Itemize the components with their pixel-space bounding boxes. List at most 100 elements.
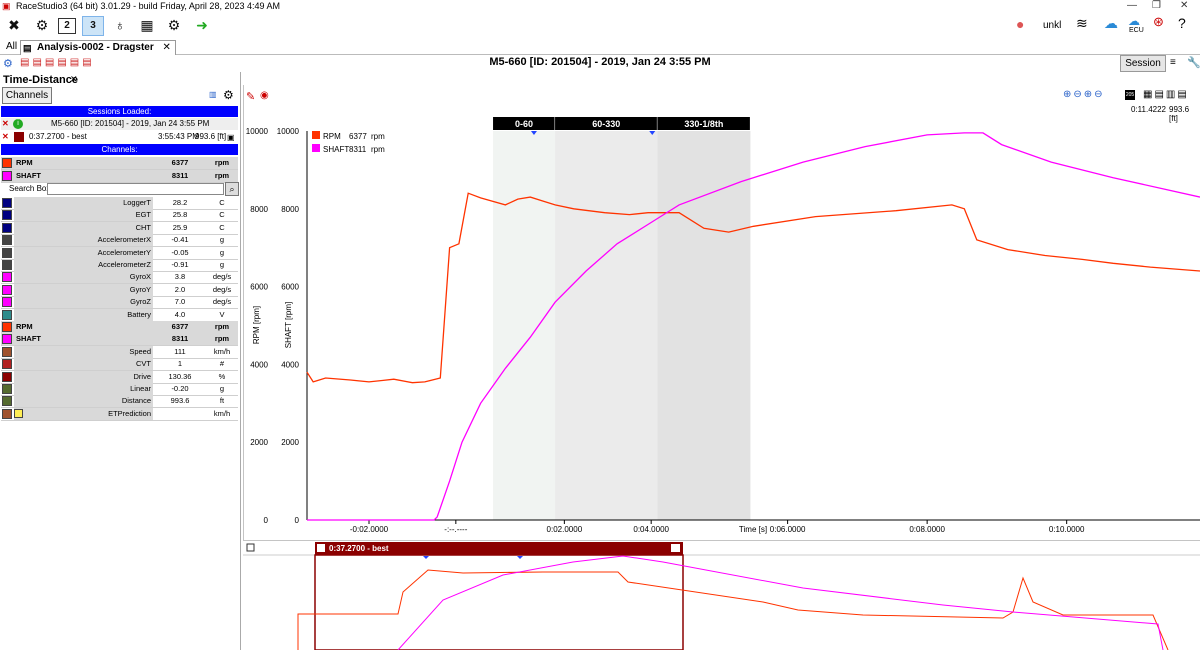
tab-all[interactable]: All: [2, 40, 22, 54]
channel-color-swatch[interactable]: [2, 408, 12, 419]
channel-color-swatch[interactable]: [2, 247, 12, 258]
channel-row[interactable]: AccelerometerY -0.05 g: [1, 246, 238, 260]
overview-chart[interactable]: 0:37.2700 - best: [243, 540, 1200, 650]
tab-close-icon[interactable]: ✕: [163, 42, 171, 53]
help-icon[interactable]: ?: [1178, 15, 1186, 31]
channel-row[interactable]: GyroY 2.0 deg/s: [1, 283, 238, 297]
track-icon[interactable]: ♁: [110, 16, 130, 34]
channel-row[interactable]: SHAFT 8311 rpm: [1, 169, 238, 183]
menu-icon[interactable]: ≡: [1170, 57, 1176, 68]
channel-color-swatch[interactable]: [2, 334, 12, 345]
wrench-icon[interactable]: 🔧: [1187, 56, 1200, 69]
legend-name: RPM: [323, 132, 341, 141]
channel-color-swatch[interactable]: [2, 210, 12, 221]
cloud-icon[interactable]: ☁: [1104, 15, 1118, 32]
channel-unit: V: [219, 309, 225, 319]
session-row[interactable]: ✕ i M5-660 [ID: 201504] - 2019, Jan 24 3…: [1, 118, 238, 130]
channels-settings-icon[interactable]: ⚙: [223, 88, 234, 102]
channel-row[interactable]: AccelerometerX -0.41 g: [1, 234, 238, 248]
channel-row[interactable]: Distance 993.6 ft: [1, 395, 238, 409]
user-icon[interactable]: ●: [1016, 16, 1024, 32]
series-line-rpm[interactable]: [306, 192, 1200, 384]
channel-color-swatch[interactable]: [2, 260, 12, 270]
calendar-icon[interactable]: ▦: [137, 16, 157, 34]
channel-row[interactable]: GyroX 3.8 deg/s: [1, 271, 238, 285]
search-icon[interactable]: ⌕: [225, 182, 239, 196]
segment-band: [657, 131, 751, 520]
channel-color-swatch[interactable]: [2, 371, 12, 382]
overview-zoom-window[interactable]: [314, 554, 684, 650]
channel-name: AccelerometerZ: [14, 259, 153, 271]
channel-row[interactable]: CVT 1 #: [1, 358, 238, 372]
channel-row[interactable]: EGT 25.8 C: [1, 209, 238, 223]
channel-color-swatch[interactable]: [2, 309, 12, 320]
tab-analysis[interactable]: ▤ Analysis-0002 - Dragster ✕: [20, 40, 176, 55]
restore-icon[interactable]: ❐: [1152, 0, 1161, 11]
channel-row[interactable]: ETPrediction km/h: [1, 407, 238, 421]
channel-row[interactable]: AccelerometerZ -0.91 g: [1, 259, 238, 272]
channel-row[interactable]: CHT 25.9 C: [1, 221, 238, 235]
x-tick-label: 0:08.0000: [909, 525, 945, 534]
channel-row[interactable]: Linear -0.20 g: [1, 383, 238, 396]
ecu-icon[interactable]: ☁: [1128, 14, 1140, 28]
channel-color-swatch[interactable]: [2, 297, 12, 308]
channel-row[interactable]: LoggerT 28.2 C: [1, 197, 238, 210]
channel-row[interactable]: SHAFT 8311 rpm: [1, 333, 238, 347]
channel-row[interactable]: GyroZ 7.0 deg/s: [1, 296, 238, 310]
channels-button[interactable]: Channels: [2, 87, 52, 104]
lap-color-swatch: [14, 132, 24, 142]
channel-color-swatch[interactable]: [2, 359, 12, 370]
channel-row[interactable]: Drive 130.36%: [1, 370, 238, 384]
channel-unit: g: [219, 384, 225, 393]
session-button[interactable]: Session: [1120, 55, 1166, 72]
close-icon[interactable]: ✕: [1180, 0, 1188, 11]
lap-options-icon[interactable]: ▣: [227, 132, 235, 144]
channel-row[interactable]: Battery 4.0 V: [1, 308, 238, 322]
channel-color-swatch[interactable]: [2, 322, 12, 332]
connection-icon[interactable]: ⚙: [164, 16, 184, 34]
remove-lap-icon[interactable]: ✕: [2, 131, 9, 143]
note-icon[interactable]: [14, 408, 23, 418]
search-input[interactable]: [47, 183, 224, 195]
channel-row[interactable]: Speed 111 km/h: [1, 345, 238, 359]
channel-value: 111: [174, 346, 186, 356]
tools-icon[interactable]: ✖: [4, 16, 24, 34]
channel-color-swatch[interactable]: [2, 158, 12, 168]
rs2-icon[interactable]: 2: [58, 18, 76, 34]
channel-color-swatch[interactable]: [2, 396, 12, 407]
rs3-icon[interactable]: 3: [82, 16, 104, 36]
channel-color-swatch[interactable]: [2, 272, 12, 283]
overview-marker[interactable]: [517, 556, 523, 559]
time-distance-chart[interactable]: 0-60 60-330 330-1/8th 0 0 2000 2000 4000 4000 600…: [243, 85, 1200, 540]
channel-color-swatch[interactable]: [2, 346, 12, 357]
x-tick-label: 0:06.0000: [770, 525, 806, 534]
gps-icon[interactable]: ▥: [209, 90, 217, 99]
lap-row[interactable]: ✕ 0:37.2700 - best 3:55:43 PM 993.6 [ft]…: [1, 131, 238, 143]
channel-color-swatch[interactable]: [2, 384, 12, 394]
export-icon[interactable]: ➜: [192, 16, 212, 34]
channel-color-swatch[interactable]: [2, 235, 12, 246]
lap-distance: 993.6 [ft]: [195, 132, 227, 141]
wifi-icon[interactable]: ≋: [1076, 15, 1088, 32]
overview-checkbox[interactable]: [246, 543, 255, 552]
overview-lap-checkbox[interactable]: [317, 544, 325, 552]
channel-row[interactable]: RPM 6377 rpm: [1, 157, 238, 170]
series-line-shaft[interactable]: [307, 132, 1200, 521]
ecu-label: ECU: [1129, 27, 1144, 34]
remove-session-icon[interactable]: ✕: [2, 118, 9, 130]
panel-close-icon[interactable]: ✕: [70, 74, 78, 85]
info-icon[interactable]: i: [13, 119, 23, 129]
settings-icon[interactable]: ⚙: [32, 16, 52, 34]
overview-lap-options-icon[interactable]: [671, 544, 680, 552]
y-axis-label-left: RPM [rpm]: [252, 306, 261, 344]
channel-color-swatch[interactable]: [2, 284, 12, 295]
channel-color-swatch[interactable]: [2, 222, 12, 233]
channel-color-swatch[interactable]: [2, 170, 12, 181]
minimize-icon[interactable]: —: [1127, 0, 1137, 11]
channel-color-swatch[interactable]: [2, 198, 12, 208]
channel-value: 3.8: [174, 272, 186, 282]
overview-marker[interactable]: [423, 556, 429, 559]
segment-band: [493, 131, 556, 520]
channel-name: Distance: [14, 395, 153, 408]
channel-row[interactable]: RPM 6377 rpm: [1, 321, 238, 334]
